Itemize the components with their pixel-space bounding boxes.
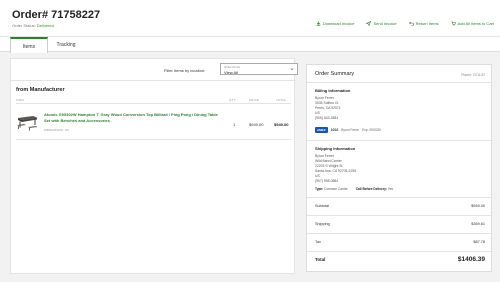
return-items-button[interactable]: Return Items	[408, 21, 439, 26]
call-before-delivery-value: Yes	[387, 187, 393, 191]
shipping-line: Wild Band Carrier	[315, 159, 342, 163]
subtotal-row: Subtotal $949.00	[307, 197, 491, 215]
download-invoice-label: Download Invoice	[322, 21, 355, 26]
send-invoice-button[interactable]: Send Invoice	[366, 21, 397, 26]
add-all-to-cart-button[interactable]: Add All Items to Cart	[451, 21, 494, 26]
order-actions: Download Invoice Send Invoice Return Ite…	[316, 21, 494, 26]
product-thumbnail[interactable]	[16, 113, 38, 131]
order-header: Order# 71758227 Order Status: Delivered …	[0, 0, 500, 36]
order-summary-header: Order Summary Placed: 07/11/22	[307, 65, 491, 83]
send-icon	[366, 21, 372, 26]
shipping-type: Type: Common Carrier	[315, 187, 348, 191]
billing-line: Perris, CA 92571	[315, 106, 341, 110]
tab-items[interactable]: Items	[10, 37, 48, 53]
product-price: $949.00	[249, 122, 264, 127]
total-amount: $1406.39	[457, 256, 485, 263]
table-row: Atomic G05302W Hampton 7' Gray Wood Conv…	[11, 105, 296, 139]
column-header-qty: QTY	[229, 98, 236, 102]
billing-line: (909) 543-2884	[315, 116, 339, 120]
shipping-line: Santa Ana, CA 92705-2295	[315, 169, 357, 173]
chevron-down-icon	[290, 67, 294, 71]
tab-tracking[interactable]: Tracking	[48, 37, 84, 53]
shipping-cost-label: Shipping	[315, 222, 330, 226]
send-invoice-label: Send Invoice	[373, 21, 397, 26]
download-invoice-button[interactable]: Download Invoice	[316, 21, 355, 26]
total-label: Total	[315, 257, 326, 262]
shipping-line: (907) 998-0884	[315, 179, 339, 183]
order-tabs: Items Tracking	[0, 36, 500, 53]
billing-line: Byron Ferrer	[315, 96, 335, 100]
divider	[16, 139, 291, 140]
order-status-label: Order Status:	[12, 23, 36, 28]
call-before-delivery-label: Call Before Delivery:	[355, 187, 387, 191]
divider	[16, 103, 291, 104]
location-filter-select[interactable]: Order Items View All	[220, 63, 298, 75]
product-sku: #3850G05302W - DS	[44, 129, 69, 132]
shipping-line: 22203 S Wright St	[315, 164, 343, 168]
shipping-title: Shipping Information	[315, 146, 356, 151]
order-summary-title: Order Summary	[315, 71, 355, 77]
column-header-item: ITEM	[16, 98, 24, 102]
return-icon	[408, 21, 414, 26]
divider	[307, 140, 491, 141]
tax-label: Tax	[315, 240, 321, 244]
filter-select-value: View All	[224, 70, 238, 75]
tax-row: Tax $87.78	[307, 233, 491, 251]
shipping-line: Byron Ferrer	[315, 154, 335, 158]
call-before-delivery: Call Before Delivery: Yes	[356, 187, 393, 191]
card-last4: 1002	[330, 128, 339, 132]
return-items-label: Return Items	[415, 21, 439, 26]
column-header-price: PRICE	[249, 98, 260, 102]
billing-line: US	[315, 111, 320, 115]
total-row: Total $1406.39	[307, 251, 491, 269]
billing-line: 3035 Sulfton Ct	[315, 101, 339, 105]
subtotal-label: Subtotal	[315, 204, 329, 208]
order-status: Order Status: Delivered	[12, 23, 54, 28]
tax-amount: $87.78	[473, 240, 485, 244]
payment-method: AMEX 1002 Byron Ferrer Exp. 09/2026	[315, 127, 381, 133]
shipping-meta: Type: Common Carrier Call Before Deliver…	[315, 187, 393, 191]
filter-row: Filter Items by location: Order Items Vi…	[11, 59, 298, 81]
card-brand-badge: AMEX	[315, 127, 328, 133]
section-title: from Manufacturer	[16, 87, 65, 93]
filter-select-caption: Order Items	[224, 65, 240, 69]
card-expiry: Exp. 09/2026	[362, 128, 381, 132]
order-title: Order# 71758227	[12, 9, 101, 21]
download-icon	[316, 21, 321, 26]
shipping-cost-amount: $369.61	[471, 222, 485, 226]
order-placed-date: Placed: 07/11/22	[461, 73, 485, 77]
product-qty: 1	[233, 122, 236, 127]
shipping-type-label: Type:	[315, 187, 324, 191]
subtotal-amount: $949.00	[471, 204, 485, 208]
add-all-to-cart-label: Add All Items to Cart	[457, 21, 494, 26]
column-header-total: TOTAL	[276, 98, 287, 102]
filter-label: Filter Items by location:	[164, 68, 206, 73]
product-name-link[interactable]: Atomic G05302W Hampton 7' Gray Wood Conv…	[44, 112, 222, 123]
order-summary-panel: Order Summary Placed: 07/11/22 Billing I…	[306, 64, 492, 272]
billing-title: Billing Information	[315, 88, 351, 93]
card-holder: Byron Ferrer	[341, 128, 360, 132]
shipping-line: US	[315, 174, 320, 178]
product-total: $949.00	[274, 122, 289, 127]
shipping-cost-row: Shipping $369.61	[307, 215, 491, 233]
shipping-type-value: Common Carrier	[324, 187, 348, 191]
order-status-value: Delivered	[36, 23, 54, 28]
cart-icon	[451, 21, 456, 26]
items-panel: Filter Items by location: Order Items Vi…	[10, 58, 298, 274]
